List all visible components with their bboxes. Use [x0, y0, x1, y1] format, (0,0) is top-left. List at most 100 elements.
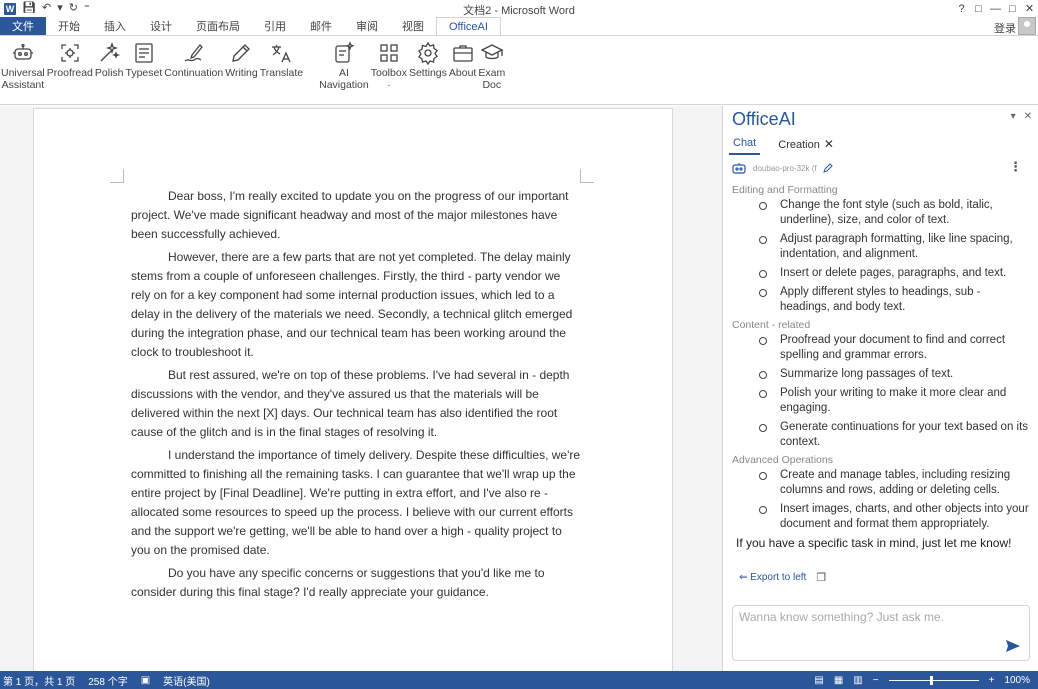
exam-doc-button[interactable]: Exam Doc: [477, 39, 506, 91]
pencil-icon: [228, 39, 254, 67]
typeset-label: Typeset: [125, 67, 163, 79]
print-layout-icon[interactable]: ▦: [834, 675, 843, 686]
writing-label: Writing: [225, 67, 258, 79]
close-button[interactable]: ✕: [1021, 0, 1038, 17]
tab-home[interactable]: 开始: [46, 17, 92, 35]
tab-officeai[interactable]: OfficeAI: [436, 17, 501, 35]
list-item-text: Insert images, charts, and other objects…: [780, 503, 1029, 530]
list-item: Insert images, charts, and other objects…: [732, 502, 1032, 532]
gear-icon: [415, 39, 441, 67]
window-controls: ? □ — □ ✕: [953, 0, 1038, 17]
copy-icon[interactable]: ❐: [816, 571, 826, 584]
tab-references[interactable]: 引用: [252, 17, 298, 35]
panel-close-icon[interactable]: ✕: [1024, 111, 1032, 122]
language-indicator[interactable]: 英语(美国): [163, 673, 210, 688]
polish-button[interactable]: Polish: [94, 39, 125, 79]
tab-review[interactable]: 审阅: [344, 17, 390, 35]
translate-label: Translate: [259, 67, 304, 79]
list-item: Polish your writing to make it more clea…: [732, 386, 1032, 416]
login-link[interactable]: 登录: [994, 20, 1016, 36]
document-paragraph[interactable]: Dear boss, I'm really excited to update …: [131, 187, 581, 244]
ribbon: Universal Assistant Proofread Polish Typ…: [0, 35, 1038, 105]
tab-view[interactable]: 视图: [390, 17, 436, 35]
tab-creation-label: Creation: [778, 139, 820, 151]
minimize-button[interactable]: —: [987, 0, 1004, 17]
tab-chat[interactable]: Chat: [729, 135, 761, 155]
chat-input-box[interactable]: [732, 605, 1030, 661]
zoom-slider-thumb[interactable]: [929, 675, 933, 685]
typeset-icon: [131, 39, 157, 67]
help-button[interactable]: ?: [953, 0, 970, 17]
tab-page-layout[interactable]: 页面布局: [184, 17, 252, 35]
web-layout-icon[interactable]: ▥: [853, 675, 862, 686]
document-paragraph[interactable]: However, there are a few parts that are …: [131, 248, 581, 362]
zoom-slider[interactable]: [888, 675, 979, 685]
continuation-button[interactable]: Continuation: [163, 39, 224, 79]
writing-button[interactable]: Writing: [224, 39, 258, 79]
list-item-text: Generate continuations for your text bas…: [780, 421, 1029, 448]
document-paragraph[interactable]: But rest assured, we're on top of these …: [131, 366, 581, 442]
redo-icon[interactable]: ↻: [69, 3, 78, 14]
translate-icon: [268, 39, 294, 67]
edit-icon[interactable]: [822, 163, 833, 173]
document-page[interactable]: Dear boss, I'm really excited to update …: [33, 108, 673, 671]
settings-button[interactable]: Settings: [408, 39, 448, 79]
list-item: Generate continuations for your text bas…: [732, 420, 1032, 450]
model-selector[interactable]: doubao-pro-32k (f: [731, 162, 833, 174]
list-item-text: Change the font style (such as bold, ita…: [780, 199, 993, 226]
undo-dropdown-icon[interactable]: ▾: [57, 3, 63, 14]
officeai-panel: OfficeAI ▾ ✕ Chat Creation ✕ doubao-pro-3…: [722, 106, 1038, 671]
tab-chat-label: Chat: [733, 137, 757, 149]
section-heading: Editing and Formatting: [732, 184, 838, 196]
bullet-icon: [759, 424, 767, 432]
avatar[interactable]: [1018, 17, 1036, 35]
read-mode-icon[interactable]: ▤: [814, 675, 823, 686]
list-item: Change the font style (such as bold, ita…: [732, 198, 1032, 228]
export-to-left-label: Export to left: [750, 572, 807, 583]
proofing-icon[interactable]: ▣: [141, 675, 150, 686]
model-name: doubao-pro-32k (f: [753, 163, 817, 173]
tab-insert[interactable]: 插入: [92, 17, 138, 35]
about-button[interactable]: About: [448, 39, 477, 79]
document-paragraph[interactable]: Do you have any specific concerns or sug…: [131, 564, 581, 602]
zoom-out-button[interactable]: −: [873, 675, 879, 686]
bullet-icon: [759, 390, 767, 398]
toolbox-button[interactable]: Toolbox ·: [370, 39, 408, 91]
tab-mailings[interactable]: 邮件: [298, 17, 344, 35]
about-label: About: [448, 67, 477, 79]
tab-file[interactable]: 文件: [0, 17, 46, 35]
section-heading: Advanced Operations: [732, 454, 833, 466]
list-item: Apply different styles to headings, sub …: [732, 285, 1032, 315]
bullet-icon: [759, 289, 767, 297]
export-to-left-button[interactable]: ⇐ Export to left: [739, 572, 806, 583]
undo-icon[interactable]: ↶: [42, 3, 51, 14]
panel-options-icon[interactable]: ▾: [1011, 111, 1016, 122]
page-count[interactable]: 第 1 页，共 1 页: [3, 673, 75, 688]
chat-input[interactable]: [739, 610, 1009, 624]
robot-icon: [10, 39, 36, 67]
list-item-text: Summarize long passages of text.: [780, 368, 954, 380]
toolbox-icon: [376, 39, 402, 67]
universal-assistant-button[interactable]: Universal Assistant: [0, 39, 46, 91]
proofread-button[interactable]: Proofread: [46, 39, 94, 79]
close-icon[interactable]: ✕: [824, 137, 834, 151]
document-body[interactable]: Dear boss, I'm really excited to update …: [131, 187, 581, 606]
translate-button[interactable]: Translate: [259, 39, 304, 79]
document-paragraph[interactable]: I understand the importance of timely de…: [131, 446, 581, 560]
word-count[interactable]: 258 个字: [88, 673, 127, 688]
send-icon[interactable]: [1005, 638, 1021, 654]
zoom-level[interactable]: 100%: [1004, 675, 1030, 686]
customize-qat-icon[interactable]: ⁼: [84, 3, 90, 14]
tab-design[interactable]: 设计: [138, 17, 184, 35]
typeset-button[interactable]: Typeset: [125, 39, 164, 79]
save-icon[interactable]: 💾︎: [22, 3, 36, 14]
tab-creation[interactable]: Creation ✕: [774, 135, 838, 155]
bullet-icon: [759, 270, 767, 278]
maximize-button[interactable]: □: [1004, 0, 1021, 17]
sparkle-icon: [96, 39, 122, 67]
more-options-icon[interactable]: ⋮: [1009, 159, 1022, 175]
zoom-in-button[interactable]: +: [989, 675, 995, 686]
ai-navigation-button[interactable]: AI Navigation: [318, 39, 370, 91]
ribbon-display-button[interactable]: □: [970, 0, 987, 17]
document-area: Dear boss, I'm really excited to update …: [0, 106, 722, 671]
